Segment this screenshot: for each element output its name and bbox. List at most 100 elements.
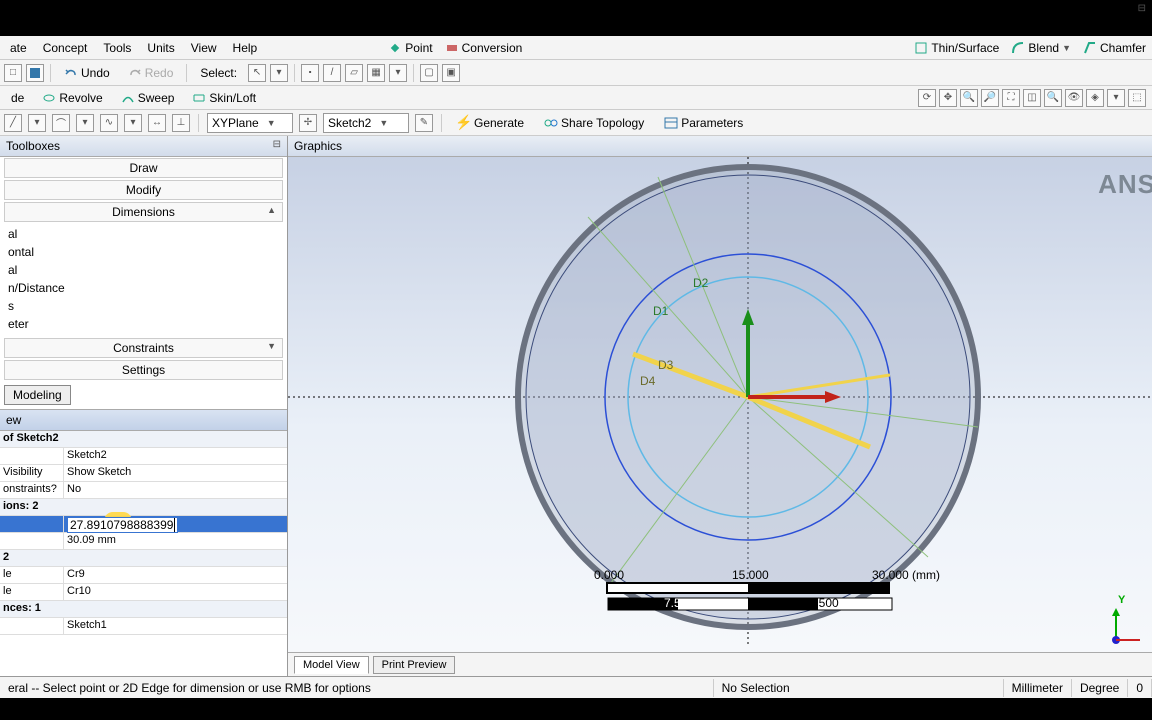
filter-body-icon[interactable]: ▦ <box>367 64 385 82</box>
sketch-dropdown[interactable]: Sketch2▼ <box>323 113 409 133</box>
accordion-constraints[interactable]: Constraints ▼ <box>4 338 283 358</box>
section-sketch: of Sketch2 <box>0 431 287 447</box>
dim-radius[interactable]: s <box>4 297 283 315</box>
new-icon[interactable]: □ <box>4 64 22 82</box>
select-label: Select: <box>193 63 244 83</box>
arc-dd-icon[interactable]: ▾ <box>76 114 94 132</box>
refresh-icon[interactable]: ⟳ <box>918 89 936 107</box>
tool-thin-surface[interactable]: Thin/Surface <box>908 39 1005 57</box>
zoom-in-icon[interactable]: 🔍 <box>960 89 978 107</box>
graphics-canvas[interactable]: ANS <box>288 157 1152 652</box>
tool-conversion[interactable]: Conversion <box>439 39 529 57</box>
menu-tools[interactable]: Tools <box>95 38 139 58</box>
accordion-modify[interactable]: Modify <box>4 180 283 200</box>
select-mode-icon[interactable]: ▾ <box>270 64 288 82</box>
triad[interactable]: Y <box>1106 606 1146 646</box>
tool-point[interactable]: Point <box>382 39 438 57</box>
extrude-button[interactable]: de <box>4 88 31 108</box>
select-cursor-icon[interactable]: ↖ <box>248 64 266 82</box>
tab-model-view[interactable]: Model View <box>294 656 369 674</box>
details-view-title: ew ⊟ <box>0 409 287 431</box>
status-message: eral -- Select point or 2D Edge for dime… <box>0 679 714 697</box>
menu-create[interactable]: ate <box>2 38 35 58</box>
dim-diameter[interactable]: eter <box>4 315 283 333</box>
section-references: nces: 1 <box>0 601 287 617</box>
iso-view-icon[interactable]: ◈ <box>1086 89 1104 107</box>
label: Conversion <box>462 41 523 55</box>
extend-select-icon[interactable]: ▣ <box>442 64 460 82</box>
filter-edge-icon[interactable]: / <box>323 64 341 82</box>
accordion-draw[interactable]: Draw <box>4 158 283 178</box>
menu-units[interactable]: Units <box>139 38 182 58</box>
section-dimensions: ions: 2 <box>0 499 287 515</box>
dim-icon[interactable]: ↔ <box>148 114 166 132</box>
parameters-button[interactable]: Parameters <box>657 113 750 133</box>
prop-name-value[interactable]: Sketch2 <box>64 448 287 464</box>
pin-icon[interactable]: ⊟ <box>273 139 281 150</box>
prop-cr10-value[interactable]: Cr10 <box>64 584 287 600</box>
expand-icon: ▼ <box>267 341 276 351</box>
skinloft-icon <box>192 91 206 105</box>
menu-view[interactable]: View <box>183 38 225 58</box>
pan-icon[interactable]: ✥ <box>939 89 957 107</box>
arc-icon[interactable]: ⌒ <box>52 114 70 132</box>
line-icon[interactable]: ╱ <box>4 114 22 132</box>
dim-horizontal[interactable]: ontal <box>4 243 283 261</box>
line-dd-icon[interactable]: ▾ <box>28 114 46 132</box>
window-chrome-top <box>0 0 1152 36</box>
filter-point-icon[interactable]: ⬝ <box>301 64 319 82</box>
tab-print-preview[interactable]: Print Preview <box>373 656 456 674</box>
menu-help[interactable]: Help <box>225 38 266 58</box>
look-at-icon[interactable]: 👁 <box>1065 89 1083 107</box>
svg-text:(mm): (mm) <box>912 568 940 582</box>
accordion-dimensions[interactable]: Dimensions ▲ <box>4 202 283 222</box>
plane-dropdown[interactable]: XYPlane▼ <box>207 113 293 133</box>
redo-button[interactable]: Redo <box>121 63 181 83</box>
prop-constraints-label: onstraints? <box>0 482 64 498</box>
zoom-box-icon[interactable]: ◫ <box>1023 89 1041 107</box>
graphics-title: Graphics <box>288 136 1152 157</box>
prop-constraints-value[interactable]: No <box>64 482 287 498</box>
new-plane-icon[interactable]: ✢ <box>299 114 317 132</box>
dim-length[interactable]: n/Distance <box>4 279 283 297</box>
dim-vertical[interactable]: al <box>4 261 283 279</box>
modeling-tab[interactable]: Modeling <box>4 385 71 405</box>
new-sketch-icon[interactable]: ✎ <box>415 114 433 132</box>
svg-text:0.000: 0.000 <box>594 568 624 582</box>
skinloft-button[interactable]: Skin/Loft <box>185 88 263 108</box>
prop-d4-value[interactable]: 30.09 mm <box>64 533 287 549</box>
magnify-icon[interactable]: 🔍 <box>1044 89 1062 107</box>
prop-ref-value[interactable]: Sketch1 <box>64 618 287 634</box>
prop-d3-value[interactable]: 27.8910798888399 <box>64 516 287 532</box>
spline-dd-icon[interactable]: ▾ <box>124 114 142 132</box>
label: Point <box>405 41 432 55</box>
chamfer-icon <box>1083 41 1097 55</box>
spline-icon[interactable]: ∿ <box>100 114 118 132</box>
accordion-settings[interactable]: Settings <box>4 360 283 380</box>
prop-visibility-value[interactable]: Show Sketch <box>64 465 287 481</box>
revolve-button[interactable]: Revolve <box>35 88 109 108</box>
tool-blend[interactable]: Blend ▼ <box>1005 39 1077 57</box>
prop-d4-label <box>0 533 64 549</box>
constraint-icon[interactable]: ⊥ <box>172 114 190 132</box>
display-mode-icon[interactable]: ▾ <box>1107 89 1125 107</box>
sweep-button[interactable]: Sweep <box>114 88 182 108</box>
tool-chamfer[interactable]: Chamfer <box>1077 39 1152 57</box>
window-chrome-bottom <box>0 698 1152 720</box>
zoom-out-icon[interactable]: 🔎 <box>981 89 999 107</box>
filter-dropdown-icon[interactable]: ▾ <box>389 64 407 82</box>
pin-icon[interactable]: ⊟ <box>1138 3 1146 14</box>
filter-face-icon[interactable]: ▱ <box>345 64 363 82</box>
prop-cr10-label: le <box>0 584 64 600</box>
wireframe-icon[interactable]: ⬚ <box>1128 89 1146 107</box>
save-icon[interactable] <box>26 64 44 82</box>
share-topology-button[interactable]: Share Topology <box>537 113 651 133</box>
prop-cr9-value[interactable]: Cr9 <box>64 567 287 583</box>
zoom-fit-icon[interactable]: ⛶ <box>1002 89 1020 107</box>
dim-general[interactable]: al <box>4 225 283 243</box>
generate-button[interactable]: ⚡ Generate <box>450 113 531 133</box>
undo-button[interactable]: Undo <box>57 63 117 83</box>
menu-concept[interactable]: Concept <box>35 38 96 58</box>
box-select-icon[interactable]: ▢ <box>420 64 438 82</box>
point-icon <box>388 41 402 55</box>
